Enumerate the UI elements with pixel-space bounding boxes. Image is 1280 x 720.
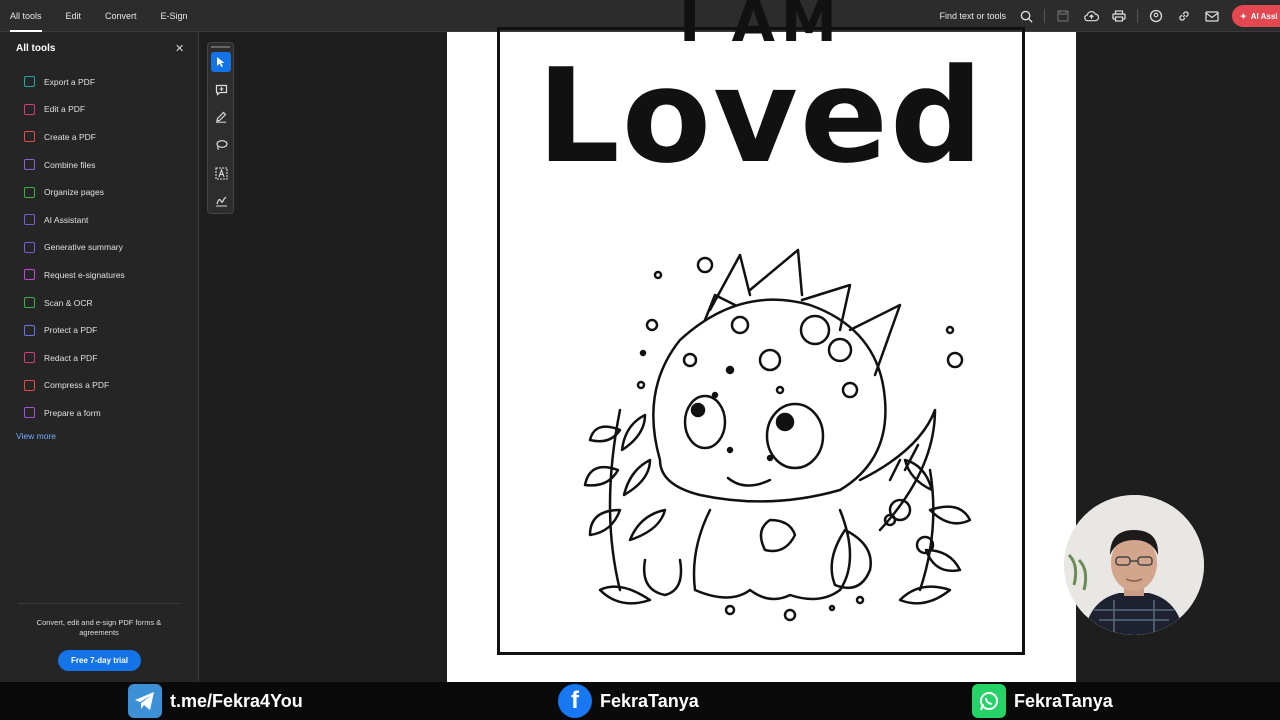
mail-icon[interactable] bbox=[1198, 0, 1226, 32]
draw-pencil-icon[interactable] bbox=[211, 107, 231, 127]
tool-label: Scan & OCR bbox=[44, 297, 93, 308]
facebook-icon: f bbox=[558, 684, 592, 718]
tool-item-protect-a-pdf[interactable]: Protect a PDF bbox=[0, 316, 199, 344]
upload-cloud-icon[interactable] bbox=[1077, 0, 1105, 32]
tool-item-ai-assistant[interactable]: AI Assistant bbox=[0, 206, 199, 234]
telegram-link[interactable]: t.me/Fekra4You bbox=[128, 682, 303, 720]
telegram-icon bbox=[128, 684, 162, 718]
close-icon[interactable]: ✕ bbox=[175, 42, 184, 55]
facebook-link[interactable]: f FekraTanya bbox=[558, 682, 699, 720]
toolbar-grip[interactable] bbox=[211, 46, 230, 48]
share-user-icon[interactable] bbox=[1142, 0, 1170, 32]
tool-label: Protect a PDF bbox=[44, 325, 98, 336]
add-comment-icon[interactable] bbox=[211, 80, 231, 100]
text-box-icon[interactable] bbox=[211, 163, 231, 183]
tool-icon bbox=[24, 76, 35, 88]
tool-label: Request e-signatures bbox=[44, 269, 125, 280]
main-menu: All tools Edit Convert E-Sign bbox=[0, 0, 212, 32]
ai-sparkle-icon: ✦ bbox=[1240, 11, 1247, 21]
quick-tools-toolbar bbox=[207, 42, 234, 214]
presenter-avatar bbox=[1064, 495, 1204, 635]
free-trial-button[interactable]: Free 7-day trial bbox=[58, 650, 141, 671]
all-tools-panel: All tools ✕ Export a PDF Edit a PDF Create… bbox=[0, 32, 199, 682]
print-icon[interactable] bbox=[1105, 0, 1133, 32]
tool-icon bbox=[24, 407, 35, 419]
tool-item-export-a-pdf[interactable]: Export a PDF bbox=[0, 68, 199, 96]
tool-icon bbox=[24, 324, 35, 336]
tool-icon bbox=[24, 297, 35, 309]
tool-item-combine-files[interactable]: Combine files bbox=[0, 151, 199, 179]
signature-icon[interactable] bbox=[211, 191, 231, 211]
social-footer-bar: t.me/Fekra4You f FekraTanya FekraTanya bbox=[0, 682, 1280, 720]
tool-item-compress-a-pdf[interactable]: Compress a PDF bbox=[0, 372, 199, 400]
menu-convert[interactable]: Convert bbox=[105, 0, 137, 32]
tool-label: Prepare a form bbox=[44, 407, 101, 418]
select-cursor-icon[interactable] bbox=[211, 52, 231, 72]
tool-label: Combine files bbox=[44, 159, 96, 170]
whatsapp-handle: FekraTanya bbox=[1014, 690, 1113, 711]
tool-item-scan-ocr[interactable]: Scan & OCR bbox=[0, 289, 199, 317]
telegram-handle: t.me/Fekra4You bbox=[170, 690, 303, 711]
tool-icon bbox=[24, 186, 35, 198]
toolbar-divider bbox=[1137, 9, 1138, 23]
tool-item-edit-a-pdf[interactable]: Edit a PDF bbox=[0, 96, 199, 124]
dinosaur-coloring-illustration bbox=[583, 248, 972, 622]
ai-assistant-label: AI Assi bbox=[1250, 11, 1278, 21]
tool-label: Organize pages bbox=[44, 187, 105, 198]
save-icon[interactable] bbox=[1049, 0, 1077, 32]
menu-all-tools[interactable]: All tools bbox=[10, 0, 42, 32]
menu-esign[interactable]: E-Sign bbox=[161, 0, 188, 32]
toolbar-divider bbox=[1044, 9, 1045, 23]
tool-icon bbox=[24, 159, 35, 171]
tool-item-redact-a-pdf[interactable]: Redact a PDF bbox=[0, 344, 199, 372]
webcam-overlay bbox=[1064, 495, 1204, 635]
tool-icon bbox=[24, 214, 35, 226]
whatsapp-link[interactable]: FekraTanya bbox=[972, 682, 1113, 720]
tool-label: Export a PDF bbox=[44, 76, 96, 87]
tool-item-generative-summary[interactable]: Generative summary bbox=[0, 234, 199, 262]
tool-label: Generative summary bbox=[44, 242, 123, 253]
panel-title: All tools bbox=[16, 43, 56, 54]
page-heading-main: Loved bbox=[536, 40, 986, 192]
tool-icon bbox=[24, 103, 35, 115]
tool-icon bbox=[24, 352, 35, 364]
tool-label: Create a PDF bbox=[44, 131, 96, 142]
menu-edit[interactable]: Edit bbox=[66, 0, 82, 32]
link-icon[interactable] bbox=[1170, 0, 1198, 32]
ai-assistant-button[interactable]: ✦ AI Assi bbox=[1232, 5, 1280, 27]
page-border-frame: I AM Loved bbox=[497, 0, 1025, 655]
tool-label: Compress a PDF bbox=[44, 380, 110, 391]
tool-icon bbox=[24, 269, 35, 281]
tool-label: Redact a PDF bbox=[44, 352, 98, 363]
tool-label: AI Assistant bbox=[44, 214, 89, 225]
tool-list: Export a PDF Edit a PDF Create a PDF Combin… bbox=[0, 68, 199, 427]
tool-item-request-e-signatures[interactable]: Request e-signatures bbox=[0, 261, 199, 289]
whatsapp-icon bbox=[972, 684, 1006, 718]
view-more-link[interactable]: View more bbox=[16, 431, 56, 441]
tool-icon bbox=[24, 241, 35, 253]
tool-label: Edit a PDF bbox=[44, 104, 86, 115]
tool-item-create-a-pdf[interactable]: Create a PDF bbox=[0, 123, 199, 151]
panel-divider bbox=[18, 603, 181, 604]
tool-icon bbox=[24, 379, 35, 391]
pdf-page: I AM Loved bbox=[447, 0, 1076, 682]
tool-item-organize-pages[interactable]: Organize pages bbox=[0, 178, 199, 206]
facebook-handle: FekraTanya bbox=[600, 690, 699, 711]
promo-text: Convert, edit and e-sign PDF forms & agr… bbox=[36, 618, 162, 637]
tool-item-prepare-a-form[interactable]: Prepare a form bbox=[0, 399, 199, 427]
lasso-icon[interactable] bbox=[211, 135, 231, 155]
tool-icon bbox=[24, 131, 35, 143]
